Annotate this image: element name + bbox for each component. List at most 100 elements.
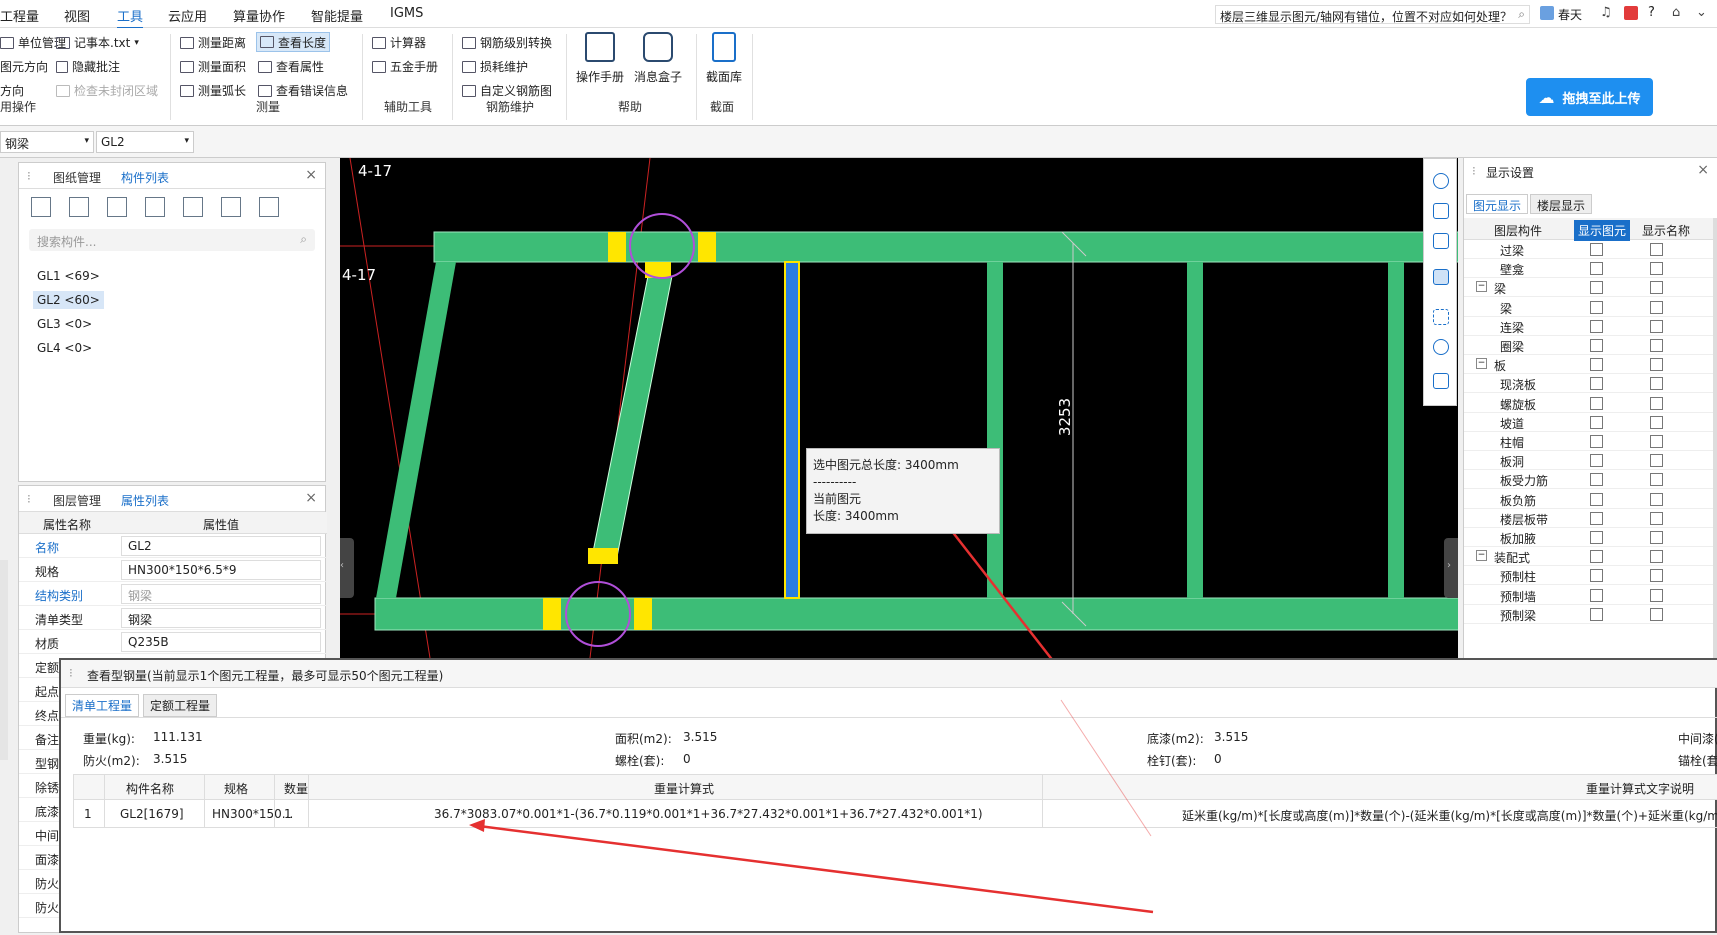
display-row[interactable]: 板负筋 [1464,490,1717,509]
show-element-checkbox[interactable] [1590,396,1603,410]
collapse-toggle-icon[interactable]: − [1476,358,1487,370]
shirt-icon[interactable]: ⌂ [1672,5,1680,20]
avatar[interactable] [1540,6,1554,20]
notepad-button[interactable]: 记事本.txt ▾ [56,34,139,51]
display-row[interactable]: 板加腋 [1464,528,1717,547]
tab-component-list[interactable]: 构件列表 [121,169,169,186]
drag-handle-icon[interactable]: ⁝ [27,492,31,506]
show-name-checkbox[interactable] [1650,319,1663,333]
list-item[interactable]: GL2 <60> [33,291,104,309]
show-name-checkbox[interactable] [1650,300,1663,314]
fullscreen-icon[interactable] [1433,309,1449,325]
show-name-checkbox[interactable] [1650,550,1663,564]
measure-area-button[interactable]: 测量面积 [180,58,246,75]
close-icon[interactable]: × [305,167,317,183]
show-name-checkbox[interactable] [1650,473,1663,487]
message-box-button[interactable]: 消息盒子 [630,32,686,85]
property-row[interactable]: 规格 HN300*150*6.5*9 [19,558,327,582]
upload-button[interactable]: ☁ 拖拽至此上传 [1526,78,1653,116]
drawing-canvas[interactable]: 4-17 4-17 3253 选中图元总长度: 3400mm ---------… [340,158,1458,658]
slanted-beam-left[interactable] [376,262,456,598]
hardware-manual-button[interactable]: 五金手册 [372,58,438,75]
display-row[interactable]: 柱帽 [1464,432,1717,451]
property-row[interactable]: 材质 Q235B [19,630,327,654]
show-name-checkbox[interactable] [1650,607,1663,621]
display-row[interactable]: − 装配式 [1464,547,1717,567]
menu-collab[interactable]: 算量协作 [233,6,285,25]
display-row[interactable]: 梁 [1464,298,1717,317]
property-value[interactable]: 钢梁 [121,584,321,604]
property-row[interactable]: 名称 GL2 [19,534,327,558]
loss-maintain-button[interactable]: 损耗维护 [462,58,528,75]
help-icon[interactable]: ? [1648,5,1655,20]
show-name-checkbox[interactable] [1650,454,1663,468]
more-icon[interactable] [259,197,279,217]
measure-arc-button[interactable]: 测量弧长 [180,82,246,99]
vertical-beam[interactable] [1187,262,1203,598]
duplicate-icon[interactable] [145,197,165,217]
show-element-checkbox[interactable] [1590,262,1603,276]
view-error-button[interactable]: 查看错误信息 [258,82,348,99]
new-icon[interactable] [31,197,51,217]
layer-copy-icon[interactable] [221,197,241,217]
type-select[interactable]: 钢梁 ▾ [0,131,94,153]
collapse-right-handle[interactable]: › [1444,538,1458,598]
show-name-checkbox[interactable] [1650,588,1663,602]
display-row[interactable]: 预制墙 [1464,586,1717,605]
custom-rebar-button[interactable]: 自定义钢筋图 [462,82,552,99]
menu-view[interactable]: 视图 [64,6,90,25]
property-value[interactable]: 钢梁 [121,608,321,628]
show-name-checkbox[interactable] [1650,531,1663,544]
settings-list-icon[interactable] [1433,373,1449,389]
floor-copy-icon[interactable] [183,197,203,217]
user-name[interactable]: 春天 [1558,6,1582,23]
tab-layer-manage[interactable]: 图层管理 [53,492,101,509]
show-name-checkbox[interactable] [1650,396,1663,410]
show-element-checkbox[interactable] [1590,511,1603,525]
view-property-button[interactable]: 查看属性 [258,58,324,75]
cube-solid-icon[interactable] [1433,269,1449,285]
display-row[interactable]: 连梁 [1464,317,1717,336]
show-name-checkbox[interactable] [1650,492,1663,506]
show-element-checkbox[interactable] [1590,281,1603,295]
show-name-checkbox[interactable] [1650,262,1663,276]
display-row[interactable]: 现浇板 [1464,374,1717,394]
tab-floor-display[interactable]: 楼层显示 [1530,194,1593,214]
property-value[interactable]: Q235B [121,632,321,652]
hide-annotation-checkbox[interactable]: 隐藏批注 [56,58,120,75]
chevron-down-icon[interactable]: ⌄ [1696,5,1707,20]
menu-smart[interactable]: 智能提量 [311,6,363,25]
orbit-icon[interactable] [1433,173,1449,189]
list-item[interactable]: GL4 <0> [33,339,96,357]
display-row[interactable]: 板受力筋 [1464,470,1717,490]
show-name-checkbox[interactable] [1650,243,1663,256]
show-element-checkbox[interactable] [1590,319,1603,333]
component-search-input[interactable]: 搜索构件... ⌕ [29,229,315,251]
display-row[interactable]: 板洞 [1464,451,1717,471]
view-length-button[interactable]: 查看长度 [256,32,331,52]
vertical-beam[interactable] [987,262,1003,598]
question-search[interactable]: 楼层三维显示图元/轴网有错位，位置不对应如何处理？ ⌕ [1215,5,1530,24]
rebar-convert-button[interactable]: 钢筋级别转换 [462,34,552,51]
collapse-left-handle[interactable]: ‹ [340,538,354,598]
copy-icon[interactable] [69,197,89,217]
show-name-checkbox[interactable] [1650,358,1663,372]
display-row[interactable]: 坡道 [1464,413,1717,432]
scrollbar[interactable] [1713,218,1717,658]
show-element-checkbox[interactable] [1590,377,1603,391]
menu-igms[interactable]: IGMS [390,6,423,21]
element-direction-button[interactable]: 图元方向 [0,58,48,75]
property-value[interactable]: HN300*150*6.5*9 [121,560,321,580]
show-name-checkbox[interactable] [1650,339,1663,352]
display-row[interactable]: 圈梁 [1464,336,1717,355]
display-row[interactable]: − 板 [1464,355,1717,375]
direction-button[interactable]: 方向 [0,82,24,99]
close-icon[interactable]: × [1697,162,1709,178]
show-element-checkbox[interactable] [1590,588,1603,602]
calculator-button[interactable]: 计算器 [372,34,426,51]
headset-icon[interactable]: ♫ [1600,5,1612,20]
display-row[interactable]: 壁龛 [1464,259,1717,279]
display-row[interactable]: 过梁 [1464,240,1717,259]
collapse-toggle-icon[interactable]: − [1476,550,1487,562]
search-icon[interactable]: ⌕ [1518,7,1525,22]
